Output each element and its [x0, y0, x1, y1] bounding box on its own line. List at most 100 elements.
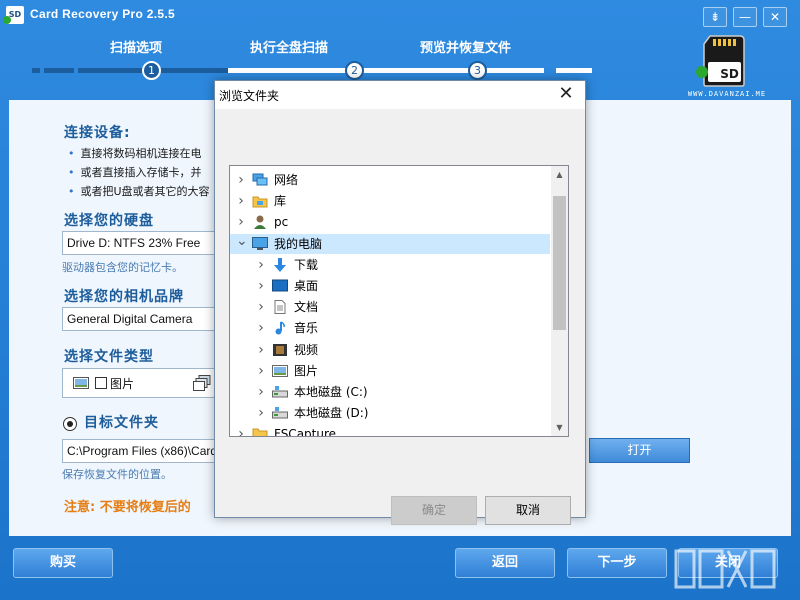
- picture-icon: [272, 364, 288, 378]
- target-folder-hint: 保存恢复文件的位置。: [62, 468, 172, 481]
- tree-scrollbar[interactable]: ▲ ▼: [551, 166, 568, 436]
- video-icon: [272, 343, 288, 357]
- disk-hint: 驱动器包含您的记忆卡。: [62, 261, 183, 274]
- open-folder-button[interactable]: 打开: [589, 438, 690, 463]
- step-label-2: 执行全盘扫描: [250, 41, 329, 56]
- tree-item-desktop[interactable]: › 桌面: [230, 276, 550, 296]
- cancel-button[interactable]: 取消: [485, 496, 571, 525]
- close-window-button[interactable]: ✕: [763, 7, 787, 27]
- select-filetype-title: 选择文件类型: [64, 349, 154, 365]
- chevron-right-icon[interactable]: ›: [256, 382, 266, 402]
- step-label-3: 预览并恢复文件: [420, 41, 512, 56]
- chevron-down-icon[interactable]: ⌄: [236, 234, 248, 254]
- tree-item-user[interactable]: › pc: [230, 212, 550, 232]
- step-dot-1: 1: [142, 61, 161, 80]
- connect-bullet-1: 直接将数码相机连接在电: [68, 145, 202, 161]
- tree-item-video[interactable]: › 视频: [230, 340, 550, 360]
- options-button[interactable]: ⇟: [703, 7, 727, 27]
- scroll-thumb[interactable]: [553, 196, 566, 330]
- chevron-right-icon[interactable]: ›: [256, 276, 266, 296]
- download-icon: [272, 257, 288, 272]
- app-sd-icon: SD: [3, 6, 24, 24]
- connect-bullet-3: 或者把U盘或者其它的大容: [68, 183, 210, 199]
- tree-item-download[interactable]: › 下载: [230, 255, 550, 275]
- computer-icon: [252, 236, 268, 251]
- tree-item-label: 文档: [294, 300, 319, 315]
- disk-select[interactable]: Drive D: NTFS 23% Free: [62, 231, 222, 255]
- chevron-right-icon[interactable]: ›: [236, 424, 246, 436]
- dialog-close-icon[interactable]: ✕: [555, 83, 577, 105]
- tree-item-music[interactable]: › 音乐: [230, 318, 550, 338]
- tree-item-label: 我的电脑: [274, 236, 323, 251]
- tree-item-document[interactable]: › 文档: [230, 297, 550, 317]
- target-folder-input[interactable]: C:\Program Files (x86)\Card: [62, 439, 222, 463]
- step-progress-track: [32, 68, 592, 73]
- connect-device-title: 连接设备:: [64, 125, 131, 141]
- desktop-icon: [272, 279, 288, 293]
- select-disk-title: 选择您的硬盘: [64, 213, 154, 229]
- title-bar: SD Card Recovery Pro 2.5.5 ⇟ — ✕: [0, 0, 800, 30]
- folder-tree[interactable]: ▲ ▼ › 网络 › 库 › pc ⌄ 我的电脑 › 下载 › 桌面 › 文档 › 音乐 › 视频 › 图片 › 本地磁盘…: [229, 165, 569, 437]
- browse-folder-dialog: 浏览文件夹 ✕ ▲ ▼ › 网络 › 库 › pc ⌄ 我的电脑 › 下载 › 桌面 › 文档 › 音乐 › 视频…: [214, 80, 586, 525]
- tree-item-label: 网络: [274, 173, 299, 187]
- step-dot-3: 3: [468, 61, 487, 80]
- tree-item-label: 桌面: [294, 279, 319, 293]
- buy-button[interactable]: 购买: [13, 548, 113, 578]
- minimize-button[interactable]: —: [733, 7, 757, 27]
- chevron-right-icon[interactable]: ›: [236, 170, 246, 190]
- warning-note: 注意: 不要将恢复后的: [64, 500, 191, 515]
- next-button[interactable]: 下一步: [567, 548, 667, 578]
- watermark-logo-icon: [674, 549, 776, 589]
- tree-item-label: 视频: [294, 342, 319, 357]
- logo-website-text: WWW.DAVANZAI.ME: [687, 90, 767, 98]
- chevron-right-icon[interactable]: ›: [256, 297, 266, 317]
- image-type-label: 图片: [110, 377, 135, 391]
- tree-item-picture[interactable]: › 图片: [230, 361, 550, 381]
- tree-item-label: pc: [274, 215, 289, 230]
- drive-icon: [272, 385, 288, 399]
- dialog-title: 浏览文件夹: [219, 89, 280, 103]
- image-type-checkbox[interactable]: [95, 377, 107, 389]
- user-icon: [252, 215, 268, 230]
- logo-card-text: SD: [720, 67, 739, 81]
- tree-item-label: 本地磁盘 (D:): [294, 406, 369, 421]
- ok-button[interactable]: 确定: [391, 496, 477, 525]
- filetype-box: 图片: [62, 368, 222, 398]
- tree-item-library[interactable]: › 库: [230, 191, 550, 211]
- dialog-body: ▲ ▼ › 网络 › 库 › pc ⌄ 我的电脑 › 下载 › 桌面 › 文档 › 音乐 › 视频 › 图片 › 本地磁盘…: [215, 109, 585, 525]
- tree-item-network[interactable]: › 网络: [230, 170, 550, 190]
- drive-icon: [272, 406, 288, 420]
- back-button[interactable]: 返回: [455, 548, 555, 578]
- music-icon: [272, 321, 288, 335]
- document-icon: [272, 300, 288, 315]
- chevron-right-icon[interactable]: ›: [236, 212, 246, 232]
- app-title: Card Recovery Pro 2.5.5: [30, 7, 175, 21]
- chevron-right-icon[interactable]: ›: [256, 403, 266, 423]
- chevron-right-icon[interactable]: ›: [256, 340, 266, 360]
- chevron-right-icon[interactable]: ›: [256, 318, 266, 338]
- tree-item-label: 本地磁盘 (C:): [294, 385, 368, 399]
- step-dot-2: 2: [345, 61, 364, 80]
- connect-bullet-2: 或者直接插入存储卡，并: [68, 164, 202, 180]
- step-label-1: 扫描选项: [110, 41, 163, 56]
- tree-item-drive[interactable]: › 本地磁盘 (D:): [230, 403, 550, 423]
- tree-item-label: 图片: [294, 363, 319, 378]
- network-icon: [252, 173, 268, 187]
- target-folder-radio[interactable]: [63, 417, 77, 431]
- camera-select[interactable]: General Digital Camera: [62, 307, 222, 331]
- target-folder-title: 目标文件夹: [84, 415, 159, 431]
- tree-item-folder[interactable]: › FSCapture: [230, 424, 550, 437]
- chevron-right-icon[interactable]: ›: [236, 191, 246, 211]
- chevron-right-icon[interactable]: ›: [256, 361, 266, 381]
- image-type-icon: [73, 377, 89, 389]
- scroll-down-icon[interactable]: ▼: [551, 419, 568, 436]
- tree-item-drive[interactable]: › 本地磁盘 (C:): [230, 382, 550, 402]
- scroll-up-icon[interactable]: ▲: [551, 166, 568, 183]
- library-icon: [252, 194, 268, 208]
- chevron-right-icon[interactable]: ›: [256, 255, 266, 275]
- multi-file-icon: [193, 375, 211, 391]
- select-camera-title: 选择您的相机品牌: [64, 289, 184, 305]
- tree-item-label: FSCapture: [274, 427, 337, 437]
- tree-item-computer[interactable]: ⌄ 我的电脑: [230, 233, 550, 254]
- tree-item-label: 音乐: [294, 321, 319, 336]
